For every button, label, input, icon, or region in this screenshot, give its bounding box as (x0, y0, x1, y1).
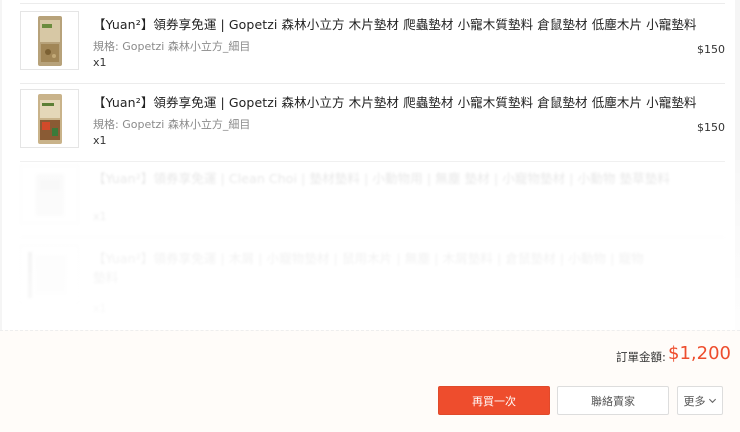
product-thumbnail[interactable] (20, 89, 79, 148)
product-bag-icon (37, 15, 62, 66)
product-title[interactable]: 【Yuan²】領券享免運 | 木屑 | 小寵物墊材 | 鼠用木片 | 無塵 | … (93, 248, 653, 286)
product-quantity: x1 (93, 302, 107, 315)
product-title[interactable]: 【Yuan²】領券享免運 | Gopetzi 森林小立方 木片墊材 爬蟲墊材 小… (93, 92, 697, 111)
more-label: 更多 (683, 394, 706, 408)
product-price: $150 (697, 43, 725, 56)
order-item[interactable]: 【Yuan²】領券享免運 | 木屑 | 小寵物墊材 | 鼠用木片 | 無塵 | … (20, 240, 725, 324)
product-quantity: x1 (93, 134, 107, 147)
divider (20, 3, 725, 4)
buy-again-label: 再買一次 (472, 394, 516, 408)
order-total-label: 訂單金額: (616, 350, 666, 364)
product-bag-icon (37, 93, 62, 144)
order-item[interactable]: 【Yuan²】領券享免運 | Gopetzi 森林小立方 木片墊材 爬蟲墊材 小… (20, 84, 725, 162)
product-variant: 規格: Gopetzi 森林小立方_細目 (93, 118, 251, 131)
product-quantity: x1 (93, 210, 107, 223)
product-thumbnail[interactable] (20, 245, 79, 304)
buy-again-button[interactable]: 再買一次 (438, 386, 550, 415)
order-total-value: $1,200 (668, 343, 731, 364)
product-thumbnail[interactable] (20, 11, 79, 70)
contact-seller-label: 聯絡賣家 (591, 394, 635, 408)
contact-seller-button[interactable]: 聯絡賣家 (557, 386, 669, 415)
item-divider (20, 237, 725, 238)
more-dropdown-button[interactable]: 更多 (677, 386, 723, 415)
product-bag-icon (27, 251, 66, 298)
product-variant: 規格: Gopetzi 森林小立方_細目 (93, 40, 251, 53)
product-bag-icon (35, 173, 64, 216)
product-quantity: x1 (93, 56, 107, 69)
product-price: $150 (697, 121, 725, 134)
product-title[interactable]: 【Yuan²】領券享免運 | Gopetzi 森林小立方 木片墊材 爬蟲墊材 小… (93, 14, 697, 33)
order-item[interactable]: 【Yuan²】領券享免運 | Clean Choi | 墊材墊料 | 小動物用 … (20, 160, 725, 238)
order-item[interactable]: 【Yuan²】領券享免運 | Gopetzi 森林小立方 木片墊材 爬蟲墊材 小… (20, 6, 725, 84)
order-footer: 訂單金額: $1,200 再買一次 聯絡賣家 更多 (0, 330, 740, 432)
chevron-down-icon (708, 398, 716, 404)
product-thumbnail[interactable] (20, 165, 79, 224)
product-title[interactable]: 【Yuan²】領券享免運 | Clean Choi | 墊材墊料 | 小動物用 … (93, 168, 670, 187)
